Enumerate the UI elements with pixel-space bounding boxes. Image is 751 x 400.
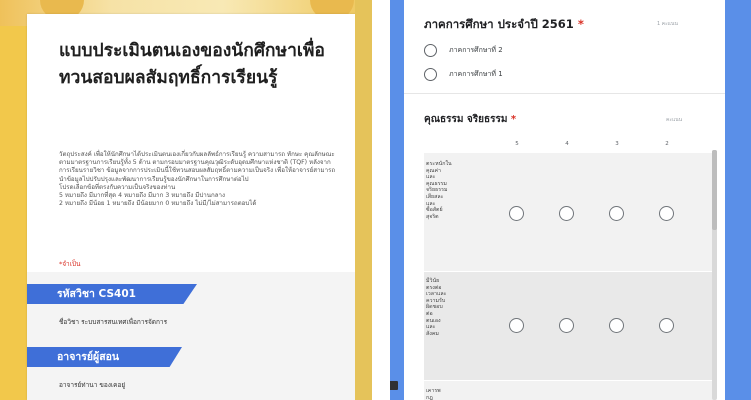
radio-button[interactable] bbox=[424, 44, 437, 57]
required-note: *จำเป็น bbox=[59, 260, 81, 268]
divider bbox=[404, 93, 725, 94]
grid-radio-button[interactable] bbox=[509, 206, 524, 221]
grid-radio-button[interactable] bbox=[509, 318, 524, 333]
grid-column-header: 5 bbox=[515, 141, 519, 147]
semester-option-1[interactable]: ภาคการศึกษาที่ 1 bbox=[424, 68, 503, 81]
question-ethics-points: คะแนน bbox=[666, 117, 683, 123]
grid-radio-button[interactable] bbox=[559, 206, 574, 221]
keyboard-icon[interactable] bbox=[390, 381, 398, 390]
semester-option-label: ภาคการศึกษาที่ 2 bbox=[449, 46, 503, 54]
section-header-course-code: รหัสวิชา CS401 bbox=[27, 284, 197, 304]
radio-button[interactable] bbox=[424, 68, 437, 81]
semester-option-2[interactable]: ภาคการศึกษาที่ 2 bbox=[424, 44, 503, 57]
semester-option-label: ภาคการศึกษาที่ 1 bbox=[449, 70, 503, 78]
grid-row: เคารพ กฎ bbox=[424, 381, 714, 400]
right-screen: ภาคการศึกษา ประจำปี 2561 * 1 คะแนน ภาคกา… bbox=[390, 0, 751, 400]
grid-row: มีวินัย ตรงต่อ เวลาและ ความรับ ผิดชอบ ต่… bbox=[424, 272, 714, 380]
question-ethics-label: คุณธรรม จริยธรรม bbox=[424, 114, 508, 125]
required-asterisk: * bbox=[577, 17, 584, 31]
section-text-instructor-name: อาจารย์ท่านา ของเคอยู่ bbox=[59, 381, 126, 389]
grid-radio-button[interactable] bbox=[609, 206, 624, 221]
grid-row-label: มีวินัย ตรงต่อ เวลาและ ความรับ ผิดชอบ ต่… bbox=[426, 278, 447, 337]
form-title: แบบประเมินตนเองของนักศึกษาเพื่อทวนสอบผลส… bbox=[59, 41, 325, 88]
grid-row-label: ตระหนักใน คุณค่า และ คุณธรรม จริยธรรม เส… bbox=[426, 161, 452, 220]
grid-column-header: 3 bbox=[615, 141, 619, 147]
section-header-instructor: อาจารย์ผู้สอน bbox=[27, 347, 182, 367]
grid-row-label: เคารพ กฎ bbox=[426, 388, 441, 400]
grid-radio-button[interactable] bbox=[659, 206, 674, 221]
left-screen: แบบประเมินตนเองของนักศึกษาเพื่อทวนสอบผลส… bbox=[0, 0, 372, 400]
grid-scrollbar[interactable] bbox=[712, 150, 717, 400]
required-asterisk: * bbox=[510, 114, 517, 125]
grid-radio-button[interactable] bbox=[559, 318, 574, 333]
question-semester-points: 1 คะแนน bbox=[657, 21, 678, 27]
form-header-card: แบบประเมินตนเองของนักศึกษาเพื่อทวนสอบผลส… bbox=[27, 14, 357, 400]
question-semester-label: ภาคการศึกษา ประจำปี 2561 bbox=[424, 17, 574, 31]
section-text-course-name: ชื่อวิชา ระบบสารสนเทศเพื่อการจัดการ bbox=[59, 318, 168, 326]
scrollbar-thumb[interactable] bbox=[712, 150, 717, 230]
grid-radio-button[interactable] bbox=[659, 318, 674, 333]
form-description: วัตถุประสงค์ เพื่อให้นักศึกษาได้ประเมินต… bbox=[59, 151, 336, 208]
question-card: ภาคการศึกษา ประจำปี 2561 * 1 คะแนน ภาคกา… bbox=[404, 0, 725, 400]
grid-column-header: 2 bbox=[665, 141, 669, 147]
grid-radio-button[interactable] bbox=[609, 318, 624, 333]
screen-edge bbox=[355, 0, 372, 400]
grid-row: ตระหนักใน คุณค่า และ คุณธรรม จริยธรรม เส… bbox=[424, 153, 714, 271]
question-ethics-title: คุณธรรม จริยธรรม * bbox=[424, 112, 516, 127]
question-semester-title: ภาคการศึกษา ประจำปี 2561 * bbox=[424, 16, 584, 34]
grid-column-header: 4 bbox=[565, 141, 569, 147]
